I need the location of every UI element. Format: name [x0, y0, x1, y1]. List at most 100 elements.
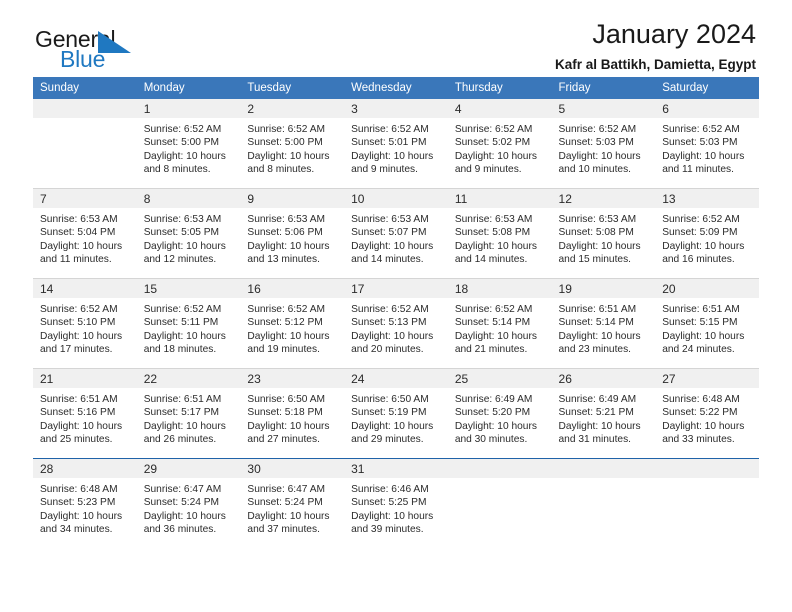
sunset-text: Sunset: 5:15 PM — [662, 317, 738, 329]
day-number: 3 — [344, 99, 448, 118]
calendar-day-cell[interactable]: 28 Sunrise: 6:48 AM Sunset: 5:23 PM Dayligh… — [33, 458, 137, 548]
sunset-text: Sunset: 5:08 PM — [454, 227, 531, 239]
calendar-day-cell[interactable]: 10 Sunrise: 6:53 AM Sunset: 5:07 PM Dayligh… — [344, 188, 448, 279]
daylight-text-line1: Daylight: 10 hours — [454, 420, 537, 432]
sunrise-text: Sunrise: 6:48 AM — [40, 484, 118, 495]
daylight-text-line2: and 17 minutes. — [40, 344, 113, 356]
calendar-day-cell[interactable]: 26 Sunrise: 6:49 AM Sunset: 5:21 PM Dayligh… — [551, 368, 656, 459]
day-number: 19 — [551, 279, 656, 298]
sunset-text: Sunset: 5:08 PM — [558, 227, 634, 239]
sunset-text: Sunset: 5:14 PM — [454, 317, 531, 329]
sunset-text: Sunset: 5:10 PM — [40, 317, 116, 329]
day-sun-info: Sunrise: 6:52 AM Sunset: 5:10 PM Daylight:… — [33, 298, 137, 357]
calendar-day-cell[interactable]: 24 Sunrise: 6:50 AM Sunset: 5:19 PM Dayligh… — [344, 368, 448, 459]
weekday-header-monday: Monday — [136, 77, 241, 99]
calendar-day-cell[interactable]: 5 Sunrise: 6:52 AM Sunset: 5:03 PM Daylight… — [551, 99, 656, 189]
weekday-header-thursday: Thursday — [447, 77, 552, 99]
day-cell-content: 27 Sunrise: 6:48 AM Sunset: 5:22 PM Dayligh… — [655, 369, 759, 458]
daylight-text-line1: Daylight: 10 hours — [40, 240, 123, 252]
calendar-day-cell[interactable]: 7 Sunrise: 6:53 AM Sunset: 5:04 PM Daylight… — [33, 188, 137, 279]
day-cell-content: 5 Sunrise: 6:52 AM Sunset: 5:03 PM Daylight… — [551, 99, 656, 188]
sunset-text: Sunset: 5:24 PM — [143, 497, 220, 509]
day-number: 27 — [655, 369, 759, 388]
sunrise-text: Sunrise: 6:47 AM — [247, 484, 325, 495]
calendar-day-cell[interactable]: 23 Sunrise: 6:50 AM Sunset: 5:18 PM Dayligh… — [240, 368, 345, 459]
day-cell-content: 15 Sunrise: 6:52 AM Sunset: 5:11 PM Dayligh… — [136, 279, 241, 368]
page-subtitle-location: Kafr al Battikh, Damietta, Egypt — [554, 57, 756, 73]
calendar-day-cell[interactable]: 29 Sunrise: 6:47 AM Sunset: 5:24 PM Dayligh… — [136, 458, 241, 548]
day-sun-info: Sunrise: 6:51 AM Sunset: 5:17 PM Daylight:… — [137, 388, 241, 447]
sunset-text: Sunset: 5:00 PM — [247, 137, 323, 149]
calendar-day-cell[interactable]: 15 Sunrise: 6:52 AM Sunset: 5:11 PM Dayligh… — [136, 278, 241, 369]
daylight-text-line2: and 11 minutes. — [40, 254, 112, 266]
daylight-text-line2: and 14 minutes. — [351, 254, 424, 266]
daylight-text-line2: and 11 minutes. — [662, 164, 734, 176]
daylight-text-line1: Daylight: 10 hours — [143, 240, 226, 252]
daylight-text-line2: and 24 minutes. — [662, 344, 735, 356]
daylight-text-line1: Daylight: 10 hours — [351, 330, 434, 342]
page-title: January 2024 — [592, 19, 756, 49]
day-number: 23 — [240, 369, 345, 388]
calendar-day-cell[interactable]: 2 Sunrise: 6:52 AM Sunset: 5:00 PM Daylight… — [240, 99, 345, 189]
day-sun-info: Sunrise: 6:53 AM Sunset: 5:07 PM Daylight:… — [344, 208, 448, 267]
calendar-day-cell[interactable]: 31 Sunrise: 6:46 AM Sunset: 5:25 PM Dayligh… — [344, 458, 448, 548]
calendar-day-cell[interactable]: 22 Sunrise: 6:51 AM Sunset: 5:17 PM Dayligh… — [136, 368, 241, 459]
daylight-text-line1: Daylight: 10 hours — [247, 420, 330, 432]
daylight-text-line1: Daylight: 10 hours — [454, 240, 537, 252]
day-number: 6 — [655, 99, 759, 118]
general-blue-logo[interactable]: General Blue — [33, 26, 233, 76]
sunrise-text: Sunrise: 6:52 AM — [454, 304, 533, 315]
daylight-text-line2: and 27 minutes. — [247, 434, 320, 446]
daylight-text-line1: Daylight: 10 hours — [662, 330, 745, 342]
calendar-day-cell[interactable]: 4 Sunrise: 6:52 AM Sunset: 5:02 PM Daylight… — [447, 99, 552, 189]
sunrise-text: Sunrise: 6:51 AM — [558, 304, 637, 315]
sunrise-text: Sunrise: 6:52 AM — [143, 304, 222, 315]
day-sun-info: Sunrise: 6:52 AM Sunset: 5:01 PM Daylight:… — [344, 118, 448, 177]
calendar-day-cell[interactable]: 3 Sunrise: 6:52 AM Sunset: 5:01 PM Daylight… — [344, 99, 448, 189]
calendar-day-cell[interactable]: 14 Sunrise: 6:52 AM Sunset: 5:10 PM Dayligh… — [33, 278, 137, 369]
day-sun-info: Sunrise: 6:51 AM Sunset: 5:14 PM Daylight:… — [552, 298, 656, 357]
sunrise-text: Sunrise: 6:48 AM — [662, 394, 740, 405]
day-number — [551, 459, 656, 478]
calendar-day-cell[interactable]: 11 Sunrise: 6:53 AM Sunset: 5:08 PM Dayligh… — [447, 188, 552, 279]
day-sun-info: Sunrise: 6:48 AM Sunset: 5:22 PM Daylight:… — [655, 388, 759, 447]
calendar-day-cell[interactable]: 8 Sunrise: 6:53 AM Sunset: 5:05 PM Daylight… — [136, 188, 241, 279]
day-cell-content: 9 Sunrise: 6:53 AM Sunset: 5:06 PM Daylight… — [240, 189, 345, 278]
calendar-day-cell[interactable]: 20 Sunrise: 6:51 AM Sunset: 5:15 PM Dayligh… — [655, 278, 759, 369]
day-cell-content: 4 Sunrise: 6:52 AM Sunset: 5:02 PM Daylight… — [447, 99, 552, 188]
calendar-day-cell[interactable]: 19 Sunrise: 6:51 AM Sunset: 5:14 PM Dayligh… — [551, 278, 656, 369]
sunrise-text: Sunrise: 6:53 AM — [351, 214, 429, 225]
calendar-day-cell[interactable]: 30 Sunrise: 6:47 AM Sunset: 5:24 PM Dayligh… — [240, 458, 345, 548]
day-number: 15 — [136, 279, 241, 298]
calendar-day-cell[interactable]: 17 Sunrise: 6:52 AM Sunset: 5:13 PM Dayligh… — [344, 278, 448, 369]
calendar-day-cell[interactable]: 13 Sunrise: 6:52 AM Sunset: 5:09 PM Dayligh… — [655, 188, 759, 279]
day-number: 7 — [33, 189, 137, 208]
day-sun-info: Sunrise: 6:52 AM Sunset: 5:00 PM Daylight:… — [137, 118, 241, 177]
calendar-day-cell[interactable]: 18 Sunrise: 6:52 AM Sunset: 5:14 PM Dayligh… — [447, 278, 552, 369]
sunset-text: Sunset: 5:25 PM — [351, 497, 427, 509]
calendar-day-cell[interactable]: 12 Sunrise: 6:53 AM Sunset: 5:08 PM Dayligh… — [551, 188, 656, 279]
daylight-text-line2: and 37 minutes. — [247, 524, 320, 536]
sunset-text: Sunset: 5:07 PM — [351, 227, 427, 239]
daylight-text-line2: and 20 minutes. — [351, 344, 424, 356]
calendar-day-cell[interactable]: 6 Sunrise: 6:52 AM Sunset: 5:03 PM Daylight… — [655, 99, 759, 189]
daylight-text-line2: and 21 minutes. — [454, 344, 528, 356]
calendar-day-cell[interactable]: 9 Sunrise: 6:53 AM Sunset: 5:06 PM Daylight… — [240, 188, 345, 279]
calendar-day-cell[interactable]: 25 Sunrise: 6:49 AM Sunset: 5:20 PM Dayligh… — [447, 368, 552, 459]
calendar-day-cell[interactable]: 27 Sunrise: 6:48 AM Sunset: 5:22 PM Dayligh… — [655, 368, 759, 459]
sunset-text: Sunset: 5:04 PM — [40, 227, 116, 239]
calendar-day-cell[interactable]: 21 Sunrise: 6:51 AM Sunset: 5:16 PM Dayligh… — [33, 368, 137, 459]
sunset-text: Sunset: 5:00 PM — [143, 137, 220, 149]
daylight-text-line1: Daylight: 10 hours — [558, 330, 641, 342]
sunrise-text: Sunrise: 6:53 AM — [454, 214, 533, 225]
calendar-day-cell[interactable]: 1 Sunrise: 6:52 AM Sunset: 5:00 PM Daylight… — [136, 99, 241, 189]
calendar-day-cell[interactable]: 16 Sunrise: 6:52 AM Sunset: 5:12 PM Dayligh… — [240, 278, 345, 369]
daylight-text-line1: Daylight: 10 hours — [143, 330, 226, 342]
day-number: 8 — [136, 189, 241, 208]
sunrise-text: Sunrise: 6:50 AM — [247, 394, 325, 405]
day-sun-info: Sunrise: 6:52 AM Sunset: 5:03 PM Daylight:… — [552, 118, 656, 177]
daylight-text-line2: and 8 minutes. — [247, 164, 315, 176]
day-number: 22 — [136, 369, 241, 388]
calendar-day-cell-empty — [551, 458, 656, 548]
sunset-text: Sunset: 5:12 PM — [247, 317, 323, 329]
